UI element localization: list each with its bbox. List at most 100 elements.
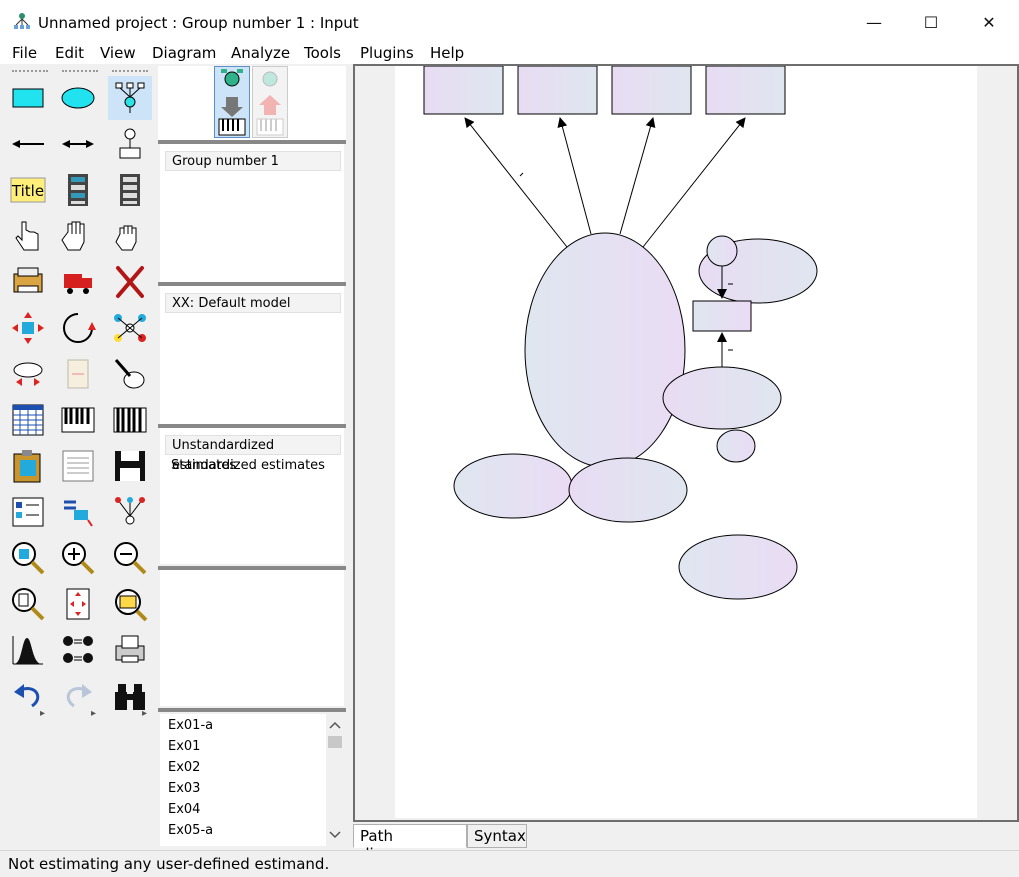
latent-variable[interactable] xyxy=(568,457,688,523)
path-arrow[interactable] xyxy=(619,117,656,235)
diagram-page[interactable] xyxy=(395,65,977,818)
touch-up-tool[interactable] xyxy=(108,352,152,396)
tab-path-diagram[interactable]: Path diagram xyxy=(353,824,467,863)
drag-properties-tool[interactable] xyxy=(56,490,100,534)
deselect-all-objects-tool[interactable] xyxy=(108,214,152,258)
draw-unobserved-variable-tool[interactable] xyxy=(56,76,100,120)
model-item[interactable]: XX: Default model xyxy=(165,293,341,313)
close-button[interactable]: ✕ xyxy=(966,8,1012,38)
scroll-down-icon[interactable] xyxy=(326,828,344,842)
scroll-tool[interactable] xyxy=(56,352,100,396)
rotate-indicators-tool[interactable] xyxy=(56,306,100,350)
window-title: Unnamed project : Group number 1 : Input xyxy=(38,14,359,32)
more-tools-arrow[interactable]: ▸ xyxy=(142,708,147,719)
erase-objects-tool[interactable] xyxy=(108,260,152,304)
toolbox: Title ▸ ▸ ▸ xyxy=(6,66,156,846)
change-shape-tool[interactable] xyxy=(6,306,50,350)
list-variables-in-dataset-tool[interactable] xyxy=(108,168,152,212)
variable-list-icon xyxy=(68,174,88,206)
scroll-thumb[interactable] xyxy=(328,736,342,748)
file-item[interactable]: Ex01 xyxy=(168,739,200,754)
menu-analyze[interactable]: Analyze xyxy=(231,44,290,62)
duplicate-objects-tool[interactable] xyxy=(6,260,50,304)
error-variable[interactable] xyxy=(716,429,756,463)
latent-variable[interactable] xyxy=(453,453,573,519)
scroll-up-icon[interactable] xyxy=(326,718,344,732)
print-diagram-tool[interactable] xyxy=(108,628,152,672)
menu-help[interactable]: Help xyxy=(430,44,464,62)
multiple-group-analysis-tool[interactable] xyxy=(56,628,100,672)
select-all-objects-tool[interactable] xyxy=(56,214,100,258)
analysis-properties-tool[interactable] xyxy=(56,398,100,442)
menu-diagram[interactable]: Diagram xyxy=(152,44,216,62)
calculate-estimates-tool[interactable] xyxy=(108,398,152,442)
reflect-indicators-tool[interactable] xyxy=(108,306,152,350)
estimate-item-standardized[interactable]: Standardized estimates xyxy=(165,456,341,476)
observed-variable[interactable] xyxy=(517,65,598,115)
menu-edit[interactable]: Edit xyxy=(55,44,84,62)
figure-caption-tool[interactable]: Title xyxy=(6,168,50,212)
draw-covariance-tool[interactable] xyxy=(56,122,100,166)
preserve-symmetries-tool[interactable] xyxy=(108,490,152,534)
path-diagram-area[interactable] xyxy=(353,64,1019,822)
save-diagram-tool[interactable] xyxy=(108,444,152,488)
path-arrow[interactable] xyxy=(464,117,568,248)
error-variable[interactable] xyxy=(706,235,738,267)
observed-variable[interactable] xyxy=(423,65,504,115)
indicator-tree-icon xyxy=(115,82,145,113)
data-files-tool[interactable] xyxy=(6,398,50,442)
resize-diagram-tool[interactable] xyxy=(56,582,100,626)
file-item[interactable]: Ex02 xyxy=(168,760,200,775)
more-tools-arrow[interactable]: ▸ xyxy=(40,708,45,719)
maximize-button[interactable]: ☐ xyxy=(908,8,954,38)
unique-variable-icon xyxy=(119,128,141,159)
bayesian-estimation-tool[interactable] xyxy=(6,628,50,672)
list-variables-in-model-tool[interactable] xyxy=(56,168,100,212)
view-text-output-tool[interactable] xyxy=(56,444,100,488)
move-parameter-tool[interactable] xyxy=(6,352,50,396)
menu-view[interactable]: View xyxy=(100,44,136,62)
file-item[interactable]: Ex05-a xyxy=(168,823,213,838)
latent-variable[interactable] xyxy=(678,534,798,600)
scroll-icon xyxy=(67,359,89,389)
loupe-tool[interactable] xyxy=(108,582,152,626)
svg-text:Title: Title xyxy=(11,182,44,200)
observed-variable[interactable] xyxy=(611,65,692,115)
more-tools-arrow[interactable]: ▸ xyxy=(91,708,96,719)
moving-truck-icon xyxy=(64,274,92,294)
view-whole-page-tool[interactable] xyxy=(6,582,50,626)
file-item[interactable]: Ex03 xyxy=(168,781,200,796)
path-diagram[interactable] xyxy=(395,65,977,818)
files-scrollbar[interactable] xyxy=(326,714,344,846)
move-objects-tool[interactable] xyxy=(56,260,100,304)
zoom-selected-area-tool[interactable] xyxy=(6,536,50,580)
latent-variable[interactable] xyxy=(662,366,782,430)
files-list: Ex01-a Ex01 Ex02 Ex03 Ex04 Ex05-a xyxy=(160,714,344,846)
observed-variable[interactable] xyxy=(692,300,752,332)
latent-variable[interactable] xyxy=(524,232,686,468)
estimate-item-unstandardized[interactable]: Unstandardized estimates xyxy=(165,435,341,473)
draw-path-tool[interactable] xyxy=(6,122,50,166)
path-arrow[interactable] xyxy=(642,117,746,248)
object-properties-tool[interactable] xyxy=(6,490,50,534)
path-arrow[interactable] xyxy=(557,117,592,235)
menu-file[interactable]: File xyxy=(12,44,37,62)
minimize-button[interactable]: — xyxy=(851,8,897,38)
menu-tools[interactable]: Tools xyxy=(304,44,341,62)
view-output-button[interactable] xyxy=(252,66,288,138)
tab-syntax[interactable]: Syntax xyxy=(467,824,527,848)
select-one-object-tool[interactable] xyxy=(6,214,50,258)
view-input-button[interactable] xyxy=(214,66,250,138)
menu-plugins[interactable]: Plugins xyxy=(360,44,414,62)
group-item[interactable]: Group number 1 xyxy=(165,151,341,171)
zoom-in-tool[interactable] xyxy=(56,536,100,580)
file-item[interactable]: Ex04 xyxy=(168,802,200,817)
file-item[interactable]: Ex01-a xyxy=(168,718,213,733)
copy-to-clipboard-tool[interactable] xyxy=(6,444,50,488)
magnify-bc-icon xyxy=(115,589,148,622)
draw-observed-variable-tool[interactable] xyxy=(6,76,50,120)
draw-indicator-tool[interactable] xyxy=(108,76,152,120)
observed-variable[interactable] xyxy=(705,65,786,115)
zoom-out-tool[interactable] xyxy=(108,536,152,580)
add-unique-variable-tool[interactable] xyxy=(108,122,152,166)
